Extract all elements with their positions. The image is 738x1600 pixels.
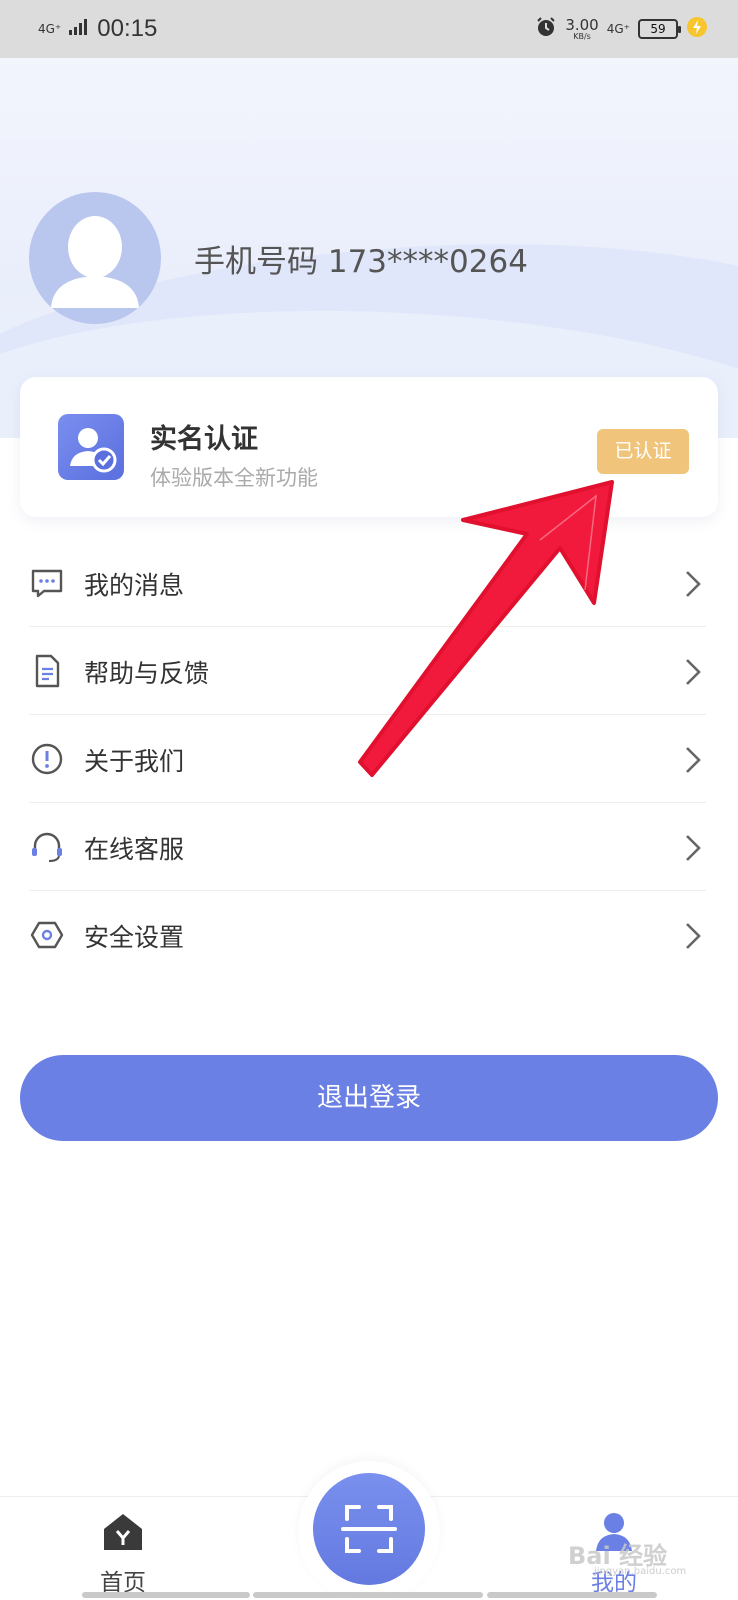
menu-item-label: 我的消息: [84, 571, 185, 600]
battery-icon: 59: [638, 19, 681, 39]
avatar[interactable]: [29, 192, 161, 324]
menu-item-label: 关于我们: [84, 747, 185, 776]
real-name-auth-card[interactable]: 实名认证 体验版本全新功能 已认证: [20, 377, 718, 517]
headset-icon: [29, 829, 65, 865]
chevron-right-icon: [682, 921, 704, 951]
menu-item-security-settings[interactable]: 安全设置: [29, 891, 706, 979]
menu-item-label: 帮助与反馈: [84, 659, 210, 688]
verified-user-icon: [58, 414, 124, 480]
status-left: 4G⁺ 00:15: [38, 15, 157, 43]
menu-item-help-feedback[interactable]: 帮助与反馈: [29, 627, 706, 715]
tab-home[interactable]: 首页: [63, 1497, 183, 1600]
default-avatar-icon: [51, 216, 139, 308]
net-speed-value: 3.00: [565, 15, 599, 34]
scan-button[interactable]: [313, 1473, 425, 1585]
chevron-right-icon: [682, 833, 704, 863]
menu-item-label: 在线客服: [84, 835, 185, 864]
clock: 00:15: [97, 15, 158, 42]
document-icon: [29, 653, 65, 689]
charging-icon: [686, 16, 708, 42]
net-speed: 3.00 KB/s: [565, 15, 599, 41]
chevron-right-icon: [682, 745, 704, 775]
settings-menu: 我的消息 帮助与反馈 关于我们 在线客服 安全设置: [29, 539, 706, 979]
watermark-url: jingyan.baidu.com: [594, 1566, 687, 1577]
chevron-right-icon: [682, 657, 704, 687]
nav-gesture-bar: [82, 1592, 250, 1598]
status-right: 3.00 KB/s 4G⁺ 59: [535, 16, 708, 42]
menu-item-about-us[interactable]: 关于我们: [29, 715, 706, 803]
network-indicator: 4G⁺: [38, 22, 62, 36]
auth-title: 实名认证: [150, 424, 258, 455]
auth-subtitle: 体验版本全新功能: [150, 466, 318, 490]
verified-badge[interactable]: 已认证: [597, 429, 689, 474]
status-bar: 4G⁺ 00:15 3.00 KB/s 4G⁺ 59: [0, 0, 738, 58]
network-indicator-right: 4G⁺: [606, 22, 630, 36]
menu-item-messages[interactable]: 我的消息: [29, 539, 706, 627]
battery-level: 59: [650, 22, 666, 36]
home-icon: [101, 1511, 145, 1553]
nav-gesture-bar: [253, 1592, 483, 1598]
nav-gesture-bar: [487, 1592, 657, 1598]
phone-number-label: 手机号码 173****0264: [194, 244, 528, 280]
net-speed-unit: KB/s: [573, 31, 591, 41]
signal-icon: [69, 19, 89, 39]
alarm-icon: [535, 16, 557, 42]
message-icon: [29, 565, 65, 601]
chevron-right-icon: [682, 569, 704, 599]
menu-item-label: 安全设置: [84, 923, 185, 952]
scan-icon: [341, 1505, 397, 1553]
menu-item-online-service[interactable]: 在线客服: [29, 803, 706, 891]
info-icon: [29, 741, 65, 777]
logout-button[interactable]: 退出登录: [20, 1055, 718, 1141]
settings-hex-icon: [29, 917, 65, 953]
